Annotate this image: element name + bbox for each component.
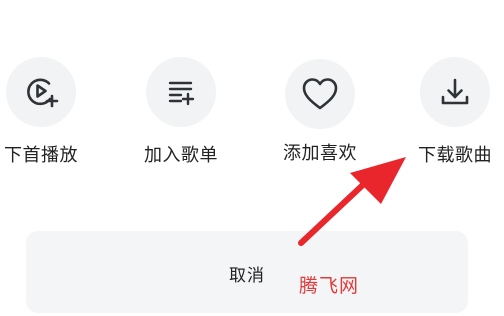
download-icon (439, 76, 471, 108)
download-button[interactable] (420, 57, 490, 127)
add-to-playlist-icon (166, 77, 196, 107)
add-to-playlist-button[interactable] (146, 57, 216, 127)
play-next-button[interactable] (6, 57, 76, 127)
cancel-label: 取消 (229, 266, 265, 286)
download-label: 下载歌曲 (418, 145, 492, 166)
like-action[interactable]: 添加喜欢 (270, 59, 370, 165)
like-button[interactable] (285, 59, 355, 129)
heart-icon (301, 77, 339, 111)
watermark-text: 腾飞网 (299, 275, 360, 297)
add-to-playlist-label: 加入歌单 (144, 145, 218, 166)
cancel-button[interactable]: 取消 (26, 231, 468, 313)
like-label: 添加喜欢 (283, 143, 357, 164)
play-next-icon (23, 74, 59, 110)
add-to-playlist-action[interactable]: 加入歌单 (131, 57, 231, 167)
play-next-label: 下首播放 (4, 145, 78, 166)
download-action[interactable]: 下载歌曲 (405, 57, 504, 167)
play-next-action[interactable]: 下首播放 (0, 57, 91, 167)
